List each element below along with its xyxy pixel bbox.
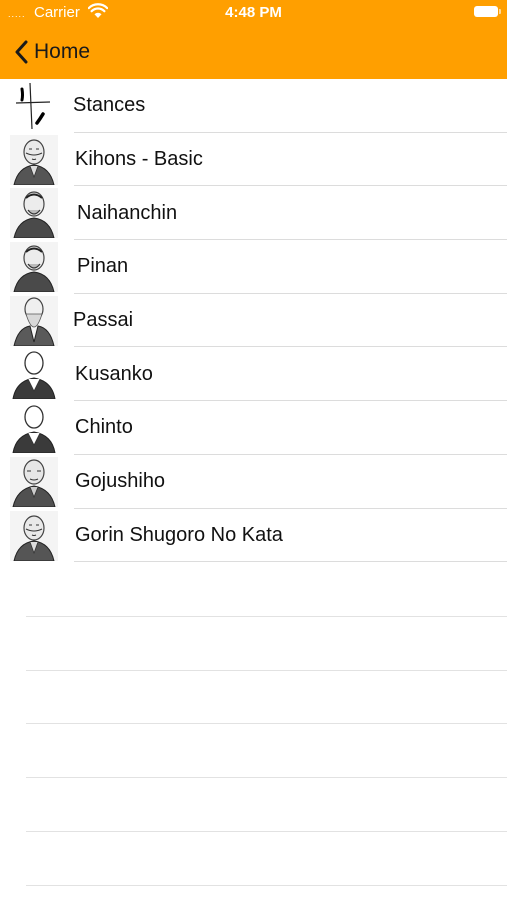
- back-button-label: Home: [34, 40, 91, 63]
- navigation-bar: ..... Carrier 4:48 PM Home: [0, 0, 507, 79]
- list-item-gorin-shugoro[interactable]: Gorin Shugoro No Kata: [0, 509, 507, 563]
- list-item-label: Pinan: [77, 255, 129, 278]
- list-item-label: Gorin Shugoro No Kata: [75, 523, 283, 546]
- silhouette-portrait-icon: [10, 403, 58, 454]
- list-item-kusanko[interactable]: Kusanko: [0, 347, 507, 402]
- calligraphy-icon: [15, 82, 51, 130]
- list-item-gojushiho[interactable]: Gojushiho: [0, 455, 507, 509]
- empty-row-separator: [26, 831, 507, 832]
- list-item-label: Passai: [73, 309, 134, 332]
- kata-list: Stances Kihons - Basic Naihanchin Pinan …: [0, 79, 507, 563]
- master-portrait-icon: [10, 188, 58, 239]
- list-item-label: Kusanko: [75, 362, 153, 385]
- empty-row-separator: [26, 616, 507, 617]
- list-item-passai[interactable]: Passai: [0, 294, 507, 348]
- master-portrait-icon: [10, 242, 58, 293]
- list-item-stances[interactable]: Stances: [0, 79, 507, 133]
- empty-row-separator: [26, 885, 507, 886]
- master-portrait-icon: [10, 456, 58, 507]
- list-item-label: Gojushiho: [75, 470, 166, 493]
- list-item-label: Naihanchin: [77, 201, 178, 224]
- list-item-label: Stances: [73, 94, 146, 117]
- list-item-kihons[interactable]: Kihons - Basic: [0, 133, 507, 187]
- chevron-left-icon: [15, 40, 28, 64]
- back-button[interactable]: Home: [14, 36, 90, 68]
- list-item-label: Kihons - Basic: [75, 148, 203, 171]
- row-separator: [74, 561, 507, 563]
- battery-icon: [474, 6, 501, 17]
- master-portrait-icon: [10, 134, 58, 185]
- empty-row-separator: [26, 670, 507, 671]
- clock: 4:48 PM: [225, 4, 282, 21]
- master-portrait-icon: [10, 295, 58, 346]
- list-item-naihanchin[interactable]: Naihanchin: [0, 186, 507, 241]
- list-item-label: Chinto: [75, 416, 133, 439]
- list-item-pinan[interactable]: Pinan: [0, 240, 507, 294]
- status-bar: ..... Carrier 4:48 PM: [0, 0, 507, 26]
- empty-row-separator: [26, 777, 507, 778]
- empty-row-separator: [26, 723, 507, 724]
- screen: ..... Carrier 4:48 PM Home Stances Kihon…: [0, 0, 507, 900]
- silhouette-portrait-icon: [10, 349, 58, 400]
- list-item-chinto[interactable]: Chinto: [0, 401, 507, 455]
- master-portrait-icon: [10, 510, 58, 561]
